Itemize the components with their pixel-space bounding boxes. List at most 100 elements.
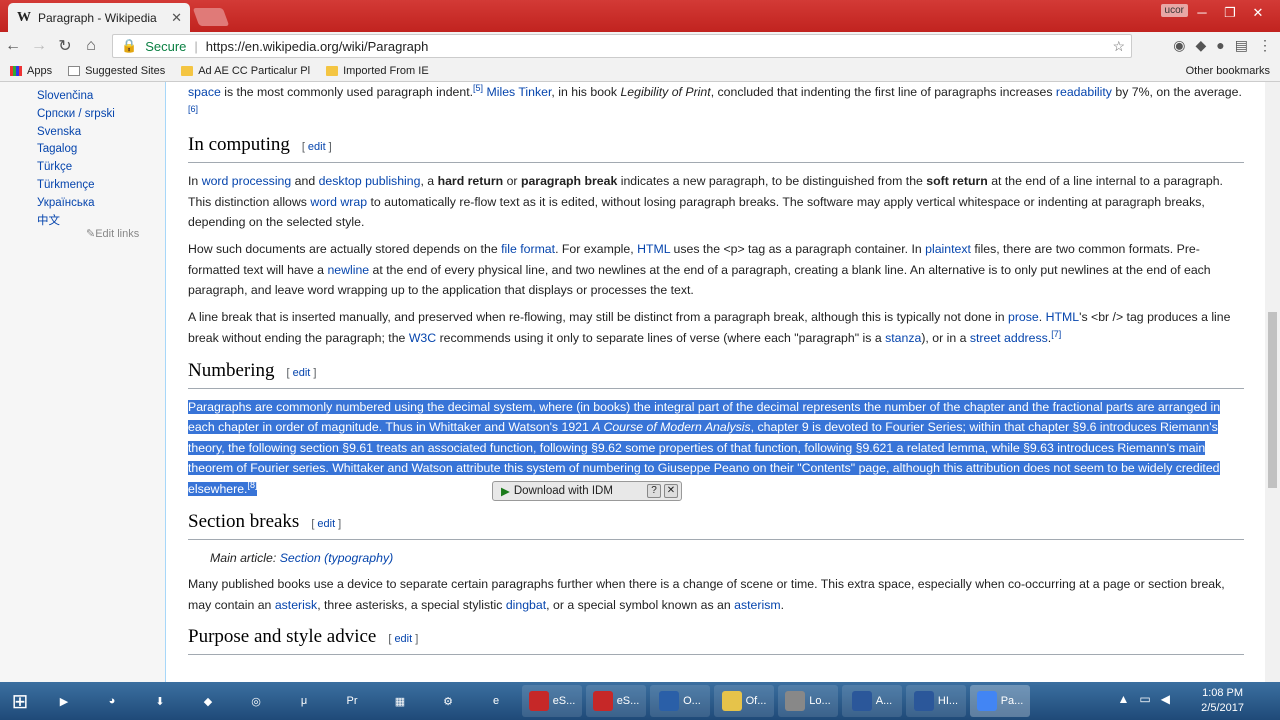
- firefox-icon[interactable]: ◕: [90, 685, 134, 717]
- taskbar-item[interactable]: HI...: [906, 685, 966, 717]
- language-link[interactable]: Türkçe: [37, 159, 115, 177]
- language-link[interactable]: Српски / srpski: [37, 106, 115, 124]
- torrent-icon[interactable]: μ: [282, 685, 326, 717]
- edit-section-link[interactable]: edit: [308, 141, 326, 153]
- close-window-icon[interactable]: ✕: [1244, 4, 1272, 22]
- minimize-icon[interactable]: ─: [1188, 4, 1216, 22]
- idm-label: Download with IDM: [513, 485, 613, 497]
- edit-section-link[interactable]: edit: [293, 367, 311, 379]
- download-manager-icon[interactable]: ⬇: [138, 685, 182, 717]
- link-word-wrap[interactable]: word wrap: [310, 195, 367, 209]
- paragraph-computing-3: A line break that is inserted manually, …: [188, 310, 1231, 345]
- app-icon[interactable]: ◆: [186, 685, 230, 717]
- calculator-icon[interactable]: ▦: [378, 685, 422, 717]
- link-asterisk[interactable]: asterisk: [275, 598, 317, 612]
- idm-help-icon[interactable]: ?: [647, 484, 661, 498]
- link-newline[interactable]: newline: [327, 263, 369, 277]
- article-content: space is the most commonly used paragrap…: [188, 82, 1244, 663]
- internet-explorer-icon[interactable]: e: [474, 685, 518, 717]
- bookmark-apps[interactable]: Apps: [10, 65, 52, 77]
- tray-arrow-icon[interactable]: ▲: [1118, 692, 1130, 706]
- network-icon[interactable]: ▭: [1139, 692, 1150, 706]
- edit-links[interactable]: ✎Edit links: [86, 227, 139, 240]
- extension-icons: ◉ ◆ ● ▤ ⋮: [1173, 37, 1272, 54]
- reference-6[interactable]: [6]: [188, 104, 198, 114]
- extension-1-icon[interactable]: ◉: [1173, 37, 1185, 54]
- link-space[interactable]: space: [188, 85, 221, 99]
- idm-download-button[interactable]: ▶ Download with IDM ? ✕: [492, 481, 682, 501]
- taskbar-item-active[interactable]: Pa...: [970, 685, 1030, 717]
- tab-close-icon[interactable]: ✕: [171, 10, 182, 26]
- extension-2-icon[interactable]: ◆: [1196, 37, 1207, 54]
- home-icon[interactable]: ⌂: [78, 37, 104, 55]
- link-stanza[interactable]: stanza: [885, 331, 921, 345]
- forward-icon[interactable]: →: [26, 37, 52, 55]
- page-scrollbar[interactable]: [1265, 82, 1280, 682]
- link-section-typography[interactable]: Section (typography): [280, 551, 393, 565]
- maximize-icon[interactable]: ❐: [1216, 4, 1244, 22]
- link-readability[interactable]: readability: [1056, 85, 1112, 99]
- reference-5[interactable]: [5]: [473, 83, 483, 93]
- address-bar[interactable]: 🔒 Secure | https://en.wikipedia.org/wiki…: [112, 34, 1132, 58]
- link-html[interactable]: HTML: [637, 242, 670, 256]
- link-dingbat[interactable]: dingbat: [506, 598, 546, 612]
- language-link[interactable]: Türkmençe: [37, 177, 115, 195]
- bookmark-star-icon[interactable]: ☆: [1112, 38, 1125, 55]
- link-street-address[interactable]: street address: [970, 331, 1048, 345]
- drive-icon: [785, 691, 806, 711]
- system-clock[interactable]: 1:08 PM 2/5/2017: [1201, 686, 1244, 716]
- link-desktop-publishing[interactable]: desktop publishing: [319, 174, 421, 188]
- browser-toolbar: ← → ↻ ⌂ 🔒 Secure | https://en.wikipedia.…: [0, 32, 1280, 60]
- language-link[interactable]: Slovenčina: [37, 88, 115, 106]
- link-asterism[interactable]: asterism: [734, 598, 780, 612]
- language-link[interactable]: Tagalog: [37, 141, 115, 159]
- edit-section-link[interactable]: edit: [394, 633, 412, 645]
- taskbar-item[interactable]: A...: [842, 685, 902, 717]
- windows-taskbar: ⊞ ▶ ◕ ⬇ ◆ ◎ μ Pr ▦ ⚙ e eS... eS... O... …: [0, 682, 1280, 720]
- bookmark-folder-ad[interactable]: Ad AE CC Particalur Pl: [181, 65, 310, 77]
- taskbar-item[interactable]: Lo...: [778, 685, 838, 717]
- bookmark-suggested-sites[interactable]: Suggested Sites: [68, 65, 165, 77]
- chrome-icon[interactable]: ◎: [234, 685, 278, 717]
- url-text[interactable]: https://en.wikipedia.org/wiki/Paragraph: [206, 39, 429, 54]
- language-link[interactable]: Українська: [37, 195, 115, 213]
- link-miles-tinker[interactable]: Miles Tinker: [486, 85, 551, 99]
- extension-4-icon[interactable]: ▤: [1235, 37, 1248, 54]
- volume-icon[interactable]: ◀: [1161, 692, 1170, 706]
- idm-close-icon[interactable]: ✕: [664, 484, 678, 498]
- new-tab-button[interactable]: [192, 8, 230, 26]
- bookmark-folder-imported[interactable]: Imported From IE: [326, 65, 429, 77]
- browser-tab[interactable]: W Paragraph - Wikipedia ✕: [8, 3, 190, 32]
- settings-icon[interactable]: ⚙: [426, 685, 470, 717]
- shield-icon: [528, 691, 549, 711]
- other-bookmarks[interactable]: Other bookmarks: [1181, 65, 1270, 77]
- reference-8[interactable]: [8]: [247, 480, 257, 490]
- premiere-icon[interactable]: Pr: [330, 685, 374, 717]
- link-plaintext[interactable]: plaintext: [925, 242, 971, 256]
- scrollbar-thumb[interactable]: [1268, 312, 1277, 488]
- heading-section-breaks: Section breaks[edit]: [188, 511, 1244, 540]
- taskbar-item[interactable]: O...: [650, 685, 710, 717]
- taskbar-item[interactable]: Of...: [714, 685, 774, 717]
- taskbar-item[interactable]: eS...: [522, 685, 582, 717]
- taskbar-item[interactable]: eS...: [586, 685, 646, 717]
- address-separator: |: [194, 38, 198, 54]
- link-html[interactable]: HTML: [1046, 310, 1079, 324]
- link-prose[interactable]: prose: [1008, 310, 1039, 324]
- start-button-icon[interactable]: ⊞: [0, 682, 40, 720]
- chrome-icon: [976, 691, 997, 711]
- media-player-icon[interactable]: ▶: [42, 685, 86, 717]
- reload-icon[interactable]: ↻: [52, 36, 78, 56]
- link-file-format[interactable]: file format: [501, 242, 555, 256]
- language-link[interactable]: Svenska: [37, 124, 115, 142]
- extension-3-icon[interactable]: ●: [1216, 37, 1224, 54]
- reference-7[interactable]: [7]: [1051, 329, 1061, 339]
- link-w3c[interactable]: W3C: [409, 331, 436, 345]
- word-icon: [851, 691, 872, 711]
- menu-icon[interactable]: ⋮: [1258, 37, 1272, 54]
- paragraph-numbering-selected[interactable]: Paragraphs are commonly numbered using t…: [188, 397, 1244, 500]
- back-icon[interactable]: ←: [0, 37, 26, 55]
- edit-section-link[interactable]: edit: [317, 518, 335, 530]
- user-profile-badge[interactable]: ucor: [1160, 4, 1188, 17]
- link-word-processing[interactable]: word processing: [202, 174, 292, 188]
